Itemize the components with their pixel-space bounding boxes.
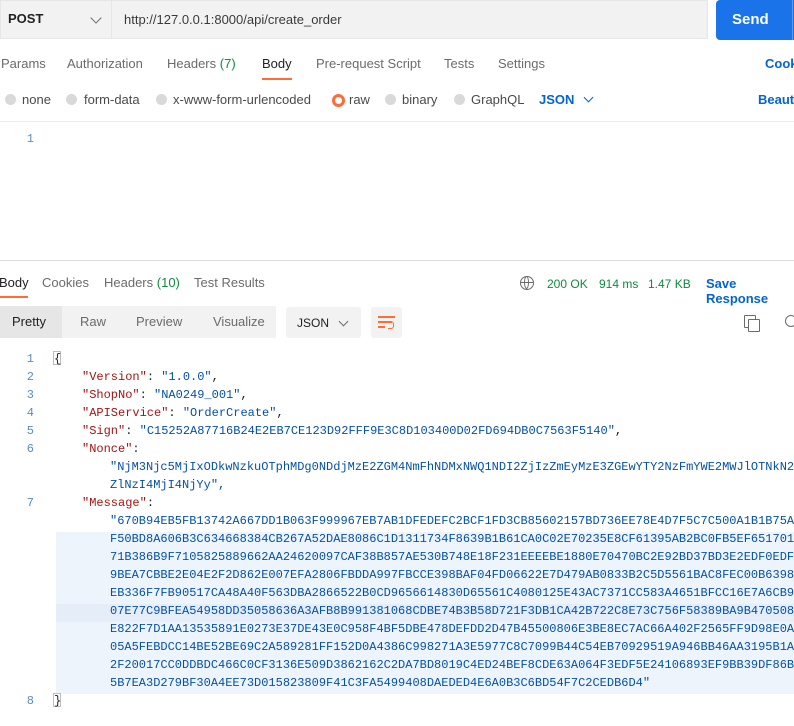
resp-tab-headers-label: Headers xyxy=(104,275,154,290)
view-visualize-button[interactable]: Visualize xyxy=(213,314,265,329)
json-line-sign: "Sign": "C15252A87716B24E2EB7CE123D92FFF… xyxy=(82,424,623,438)
wrap-lines-icon xyxy=(378,315,395,330)
response-line-number: 1 xyxy=(26,352,34,366)
copy-icon-front xyxy=(748,319,760,332)
tab-headers-count: (7) xyxy=(219,56,236,71)
tab-prerequest-script[interactable]: Pre-request Script xyxy=(316,56,421,71)
tab-authorization[interactable]: Authorization xyxy=(67,56,143,71)
response-time[interactable]: 914 ms xyxy=(599,277,638,291)
json-open-brace: { xyxy=(54,352,62,366)
response-line-number: 8 xyxy=(26,694,34,708)
radio-form-data[interactable] xyxy=(66,94,77,105)
resp-tab-headers-count: (10) xyxy=(156,275,180,290)
radio-urlencoded-label: x-www-form-urlencoded xyxy=(173,92,311,107)
radio-binary-label: binary xyxy=(402,92,438,107)
json-message-value: 71B386B9F7105825889662AA24620097CAF38B85… xyxy=(110,550,794,564)
active-resp-tab-underline xyxy=(0,296,28,298)
json-message-value: E822F7D1AA13535891E0273E37DE43E0C958F4BF… xyxy=(110,622,794,636)
view-preview-button[interactable]: Preview xyxy=(136,314,182,329)
radio-none[interactable] xyxy=(5,94,16,105)
resp-tab-cookies[interactable]: Cookies xyxy=(42,275,89,290)
request-body-editor[interactable] xyxy=(0,122,794,260)
send-dropdown-divider xyxy=(792,0,793,40)
json-message-value: "670B94EB5FB13742A667DD1B063F999967EB7AB… xyxy=(110,514,794,528)
json-message-value: EB336F7FB90517CA48A40F563DBA2866522B0CD9… xyxy=(110,586,794,600)
radio-raw-label: raw xyxy=(349,92,370,107)
tab-headers-label: Headers xyxy=(167,56,217,71)
response-line-number: 3 xyxy=(26,388,34,402)
save-response-button[interactable]: Save Response xyxy=(706,276,794,306)
json-message-value: 07E77C9BFEA54958DD35058636A3AFB8B9913810… xyxy=(110,604,794,618)
json-line-message: "Message": xyxy=(82,496,155,510)
radio-none-label: none xyxy=(22,92,51,107)
url-text: http://127.0.0.1:8000/api/create_order xyxy=(124,12,342,27)
json-line-version: "Version": "1.0.0", xyxy=(82,370,219,384)
radio-graphql[interactable] xyxy=(454,94,465,105)
globe-icon[interactable] xyxy=(520,276,534,290)
tab-settings[interactable]: Settings xyxy=(498,56,545,71)
resp-tab-test-results[interactable]: Test Results xyxy=(194,275,265,290)
pane-divider[interactable] xyxy=(0,260,794,261)
cookies-link[interactable]: Cook xyxy=(765,56,794,71)
json-line-shopno: "ShopNo": "NA0249_001", xyxy=(82,388,248,402)
beautify-link[interactable]: Beauti xyxy=(758,92,794,107)
response-line-number: 6 xyxy=(26,442,34,456)
body-format-select[interactable]: JSON xyxy=(539,92,574,107)
response-line-number: 7 xyxy=(26,496,34,510)
resp-tab-body[interactable]: Body xyxy=(0,275,29,290)
tab-headers[interactable]: Headers (7) xyxy=(167,56,236,71)
json-nonce-value: ZlNzI4MjI4NjYy", xyxy=(110,478,226,492)
json-line-nonce: "Nonce": xyxy=(82,442,140,456)
json-message-value: 5B7EA3D279BF30A4EE73D015823809F41C3FA549… xyxy=(110,676,651,690)
tab-tests[interactable]: Tests xyxy=(444,56,474,71)
radio-form-data-label: form-data xyxy=(84,92,140,107)
json-line-apiservice: "APIService": "OrderCreate", xyxy=(82,406,284,420)
response-format-label: JSON xyxy=(297,316,330,330)
radio-graphql-label: GraphQL xyxy=(471,92,525,107)
view-raw-button[interactable]: Raw xyxy=(80,314,106,329)
json-message-value: 2F20017CC0DDBDC466C0CF3136E509D3862162C2… xyxy=(110,658,794,672)
response-line-number: 5 xyxy=(26,424,34,438)
tab-body[interactable]: Body xyxy=(262,56,292,71)
response-line-number: 4 xyxy=(26,406,34,420)
resp-tab-headers[interactable]: Headers (10) xyxy=(104,275,180,290)
radio-urlencoded[interactable] xyxy=(156,94,167,105)
json-message-value: 05A5FEBDCC14BE52BE69C2A589281FF152D0A438… xyxy=(110,640,794,654)
json-nonce-value: "NjM3Njc5MjIxODkwNzkuOTphMDg0NDdjMzE2ZGM… xyxy=(110,460,794,474)
json-message-value: F50BD8A606B3C634668384CB267A52DAE8086C1D… xyxy=(110,532,794,546)
view-pretty-label: Pretty xyxy=(12,314,46,329)
method-label: POST xyxy=(8,11,44,26)
tab-params[interactable]: Params xyxy=(1,56,46,71)
radio-raw[interactable] xyxy=(332,94,345,107)
editor-line-number: 1 xyxy=(26,132,34,146)
send-button-label: Send xyxy=(732,11,769,28)
response-size[interactable]: 1.47 KB xyxy=(648,277,691,291)
json-close-brace: } xyxy=(54,694,62,708)
status-code[interactable]: 200 OK xyxy=(547,277,588,291)
chevron-down-icon xyxy=(583,92,594,103)
json-message-value: 9BEA7CBBE2E04E2F2D862E007EFA2806FBDDA997… xyxy=(110,568,794,582)
radio-binary[interactable] xyxy=(385,94,396,105)
search-icon[interactable] xyxy=(785,315,794,327)
response-line-number: 2 xyxy=(26,370,34,384)
active-tab-underline xyxy=(262,78,292,80)
